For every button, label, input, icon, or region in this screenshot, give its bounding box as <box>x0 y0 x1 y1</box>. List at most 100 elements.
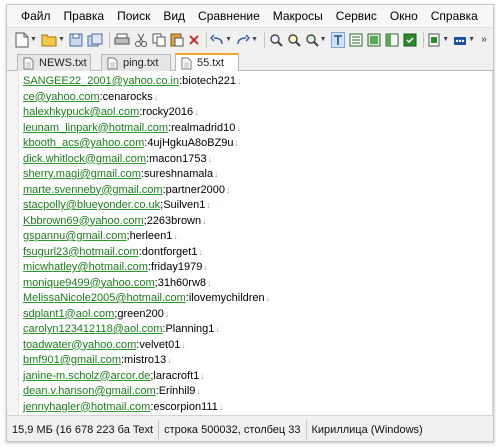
editor-window: Файл Правка Поиск Вид Сравнение Макросы … <box>6 4 494 442</box>
word-wrap-icon[interactable] <box>330 31 345 48</box>
save-icon[interactable] <box>69 32 83 48</box>
line-value: dontforget1 <box>141 245 198 258</box>
overflow-chevron-icon[interactable]: » <box>479 32 489 48</box>
email-link[interactable]: kbooth_acs@yahoo.com <box>23 137 144 149</box>
line-value: green200 <box>117 307 164 320</box>
line-value: realmadrid10 <box>171 121 236 134</box>
find-icon[interactable] <box>269 32 283 48</box>
email-link[interactable]: toadwater@yahoo.com <box>23 339 136 351</box>
menu-file[interactable]: Файл <box>21 9 51 23</box>
line-end-marker: ↓ <box>153 91 159 102</box>
redo-icon[interactable] <box>236 32 251 48</box>
menu-window[interactable]: Окно <box>390 9 418 23</box>
email-link[interactable]: Kbbrown69@yahoo.com <box>23 215 144 227</box>
email-link[interactable]: jennyhagler@hotmail.com <box>23 401 150 413</box>
text-line: dick.whitlock@gmail.com:macon1753↓ <box>23 152 270 168</box>
tab-news[interactable]: NEWS.txt <box>17 54 91 71</box>
tab-ping[interactable]: ping.txt <box>101 54 171 71</box>
line-value: 2263brown <box>146 214 202 227</box>
open-folder-icon[interactable] <box>41 32 57 48</box>
line-end-marker: ↓ <box>181 339 186 350</box>
replace-icon[interactable] <box>305 32 319 48</box>
email-link[interactable]: leunam_linpark@hotmail.com <box>23 122 168 134</box>
text-line: fsugurl23@hotmail.com:dontforget1↓ <box>23 245 270 261</box>
more-icon[interactable] <box>453 32 467 48</box>
email-link[interactable]: stacpolly@blueyonder.co.uk <box>23 199 160 211</box>
email-link[interactable]: sherry.magi@gmail.com <box>23 168 141 180</box>
status-file-size: 15,9 МБ (16 678 223 ба Text <box>7 419 160 440</box>
cut-icon[interactable] <box>134 32 148 48</box>
chevron-down-icon[interactable]: ▼ <box>468 36 475 43</box>
email-link[interactable]: dean.v.hanson@gmail.com <box>23 385 156 397</box>
line-end-marker: ↓ <box>167 355 172 365</box>
menu-edit[interactable]: Правка <box>64 9 105 23</box>
chevron-down-icon[interactable]: ▼ <box>30 36 37 43</box>
text-line: sherry.magi@gmail.com:sureshnamala↓ <box>23 167 270 183</box>
toggle-icon[interactable] <box>367 32 381 48</box>
menu-search[interactable]: Поиск <box>117 9 150 23</box>
text-editor[interactable]: SANGEE22_2001@yahoo.co.in:biotech221↓ ce@… <box>7 71 493 441</box>
text-line: leunam_linpark@hotmail.com:realmadrid10↓ <box>23 121 270 137</box>
line-value: friday1979 <box>150 261 203 273</box>
find-next-icon[interactable] <box>287 32 301 48</box>
email-link[interactable]: SANGEE22_2001@yahoo.co.in <box>23 75 179 87</box>
email-link[interactable]: bmf901@gmail.com <box>23 354 121 366</box>
status-encoding[interactable]: Кириллица (Windows) <box>307 420 428 440</box>
menu-macros[interactable]: Макросы <box>273 9 323 23</box>
line-value: mistro13 <box>124 354 167 366</box>
email-link[interactable]: halexhkypuck@aol.com <box>23 106 139 118</box>
menu-view[interactable]: Вид <box>163 9 185 23</box>
paste-icon[interactable] <box>170 32 184 48</box>
run-icon[interactable] <box>427 32 441 48</box>
undo-icon[interactable] <box>210 32 224 48</box>
text-line: toadwater@yahoo.com:velvet01↓ <box>23 338 270 354</box>
text-line: monique9499@yahoo.com;31h60rw8↓ <box>23 276 270 292</box>
email-link[interactable]: janine-m.scholz@arcor.de <box>23 370 150 382</box>
panel-icon[interactable] <box>385 32 399 48</box>
file-icon <box>181 57 192 69</box>
menu-tools[interactable]: Сервис <box>336 9 377 23</box>
delete-icon[interactable] <box>188 32 200 48</box>
chevron-down-icon[interactable]: ▼ <box>251 36 258 43</box>
view-icon[interactable] <box>349 32 363 48</box>
copy-icon[interactable] <box>152 32 166 48</box>
tab-55[interactable]: 55.txt <box>175 53 239 71</box>
line-end-marker: ↓ <box>203 262 208 272</box>
status-cursor-position: строка 500032, столбец 33 <box>159 419 307 440</box>
new-file-icon[interactable] <box>15 32 29 48</box>
email-link[interactable]: micwhatley@hotmail.com <box>23 261 148 273</box>
line-value: sureshnamala <box>144 168 214 180</box>
bookmark-icon[interactable] <box>403 32 417 48</box>
chevron-down-icon[interactable]: ▼ <box>58 36 65 43</box>
toolbar-divider <box>422 31 424 48</box>
text-line: gspannu@gmail.com;herleen1↓ <box>23 229 270 245</box>
line-value: Erinhil9 <box>158 385 196 397</box>
menu-help[interactable]: Справка <box>431 9 478 23</box>
print-icon[interactable] <box>114 32 130 48</box>
text-line: janine-m.scholz@arcor.de;laracroft1↓ <box>23 369 270 385</box>
line-value: biotech221 <box>182 75 236 87</box>
line-end-marker: ↓ <box>198 246 203 257</box>
email-link[interactable]: gspannu@gmail.com <box>23 230 127 242</box>
email-link[interactable]: marte.svenneby@gmail.com <box>23 184 163 196</box>
menu-compare[interactable]: Сравнение <box>198 9 260 23</box>
email-link[interactable]: carolyn123412118@aol.com <box>23 323 162 335</box>
email-link[interactable]: sdplant1@aol.com <box>23 308 114 320</box>
email-link[interactable]: fsugurl23@hotmail.com <box>23 246 139 258</box>
chevron-down-icon[interactable]: ▼ <box>320 36 327 43</box>
line-end-marker: ↓ <box>206 200 211 210</box>
chevron-down-icon[interactable]: ▼ <box>442 36 449 43</box>
text-line: halexhkypuck@aol.com:rocky2016↓ <box>23 105 270 121</box>
email-link[interactable]: ce@yahoo.com <box>23 91 100 103</box>
chevron-down-icon[interactable]: ▼ <box>225 36 232 43</box>
editor-margin <box>7 71 19 415</box>
email-link[interactable]: monique9499@yahoo.com <box>23 277 155 289</box>
menu-bar: Файл Правка Поиск Вид Сравнение Макросы … <box>7 5 493 27</box>
line-value: 4ujHgkuA8oBZ9u <box>147 137 234 149</box>
text-line: sdplant1@aol.com;green200↓ <box>23 307 270 323</box>
email-link[interactable]: MelissaNicole2005@hotmail.com <box>23 292 186 304</box>
line-value: laracroft1 <box>153 369 200 382</box>
save-all-icon[interactable] <box>87 32 103 48</box>
status-bar: 15,9 МБ (16 678 223 ба Text строка 50003… <box>7 415 493 441</box>
email-link[interactable]: dick.whitlock@gmail.com <box>23 153 146 165</box>
